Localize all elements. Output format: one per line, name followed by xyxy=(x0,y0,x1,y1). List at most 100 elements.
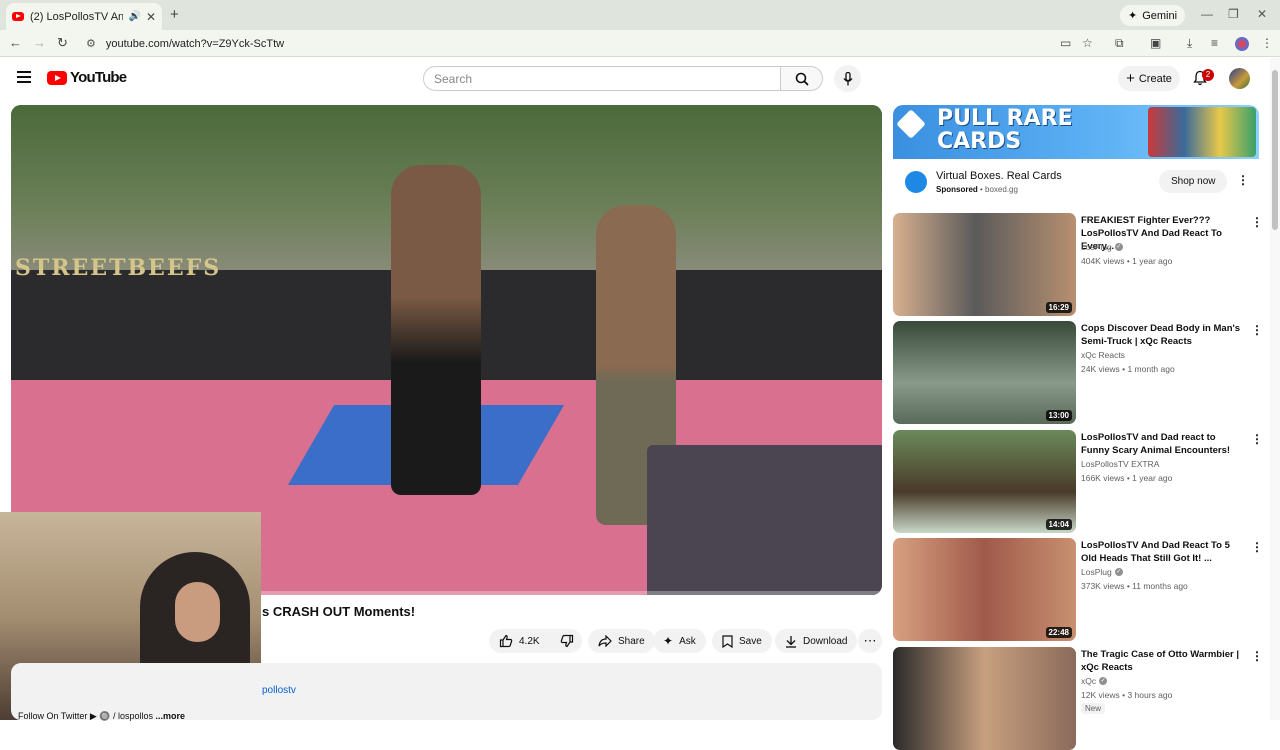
recommendation-title[interactable]: LosPollosTV and Dad react to Funny Scary… xyxy=(1081,431,1246,457)
downloads-icon[interactable]: ⤓ xyxy=(1187,36,1192,51)
ad-title[interactable]: Virtual Boxes. Real Cards xyxy=(936,170,1062,182)
media-icon[interactable]: ≡ xyxy=(1211,36,1218,50)
browser-menu-icon[interactable]: ⋮ xyxy=(1261,36,1273,50)
ask-button[interactable]: ✦ Ask xyxy=(653,629,706,653)
gemini-button[interactable]: ✦ Gemini xyxy=(1120,5,1186,26)
more-actions-button[interactable]: ⋯ xyxy=(858,629,882,653)
new-tab-button[interactable]: + xyxy=(170,6,179,23)
shop-now-button[interactable]: Shop now xyxy=(1159,170,1228,193)
ad-subline: Sponsored • boxed.gg xyxy=(936,185,1018,194)
new-badge: New xyxy=(1081,703,1106,714)
scrollbar-thumb[interactable] xyxy=(1272,70,1278,230)
video-duration: 22:48 xyxy=(1045,627,1072,638)
menu-icon[interactable] xyxy=(17,71,31,86)
recommendation-item[interactable]: 14:04 LosPollosTV and Dad react to Funny … xyxy=(893,430,1268,533)
recommendation-more-icon[interactable]: ⋮ xyxy=(1251,540,1263,554)
account-avatar[interactable] xyxy=(1229,68,1250,89)
minimize-icon[interactable]: — xyxy=(1201,7,1213,21)
browser-tab-bar: (2) LosPollosTV And Dad Re 🔊 ✕ + ✦ Gemin… xyxy=(0,0,1280,30)
recommendation-item[interactable]: The Tragic Case of Otto Warmbier | xQc R… xyxy=(893,647,1268,750)
recommendation-more-icon[interactable]: ⋮ xyxy=(1251,649,1263,663)
recommendation-thumbnail[interactable]: 13:00 xyxy=(893,321,1076,424)
recommendation-channel[interactable]: LosPlug xyxy=(1081,242,1112,252)
dislike-button[interactable] xyxy=(550,629,584,653)
description-link[interactable]: pollostv xyxy=(262,685,296,696)
speaker-icon[interactable]: 🔊 xyxy=(128,11,140,22)
close-tab-icon[interactable]: ✕ xyxy=(146,10,156,24)
recommendation-title[interactable]: Cops Discover Dead Body in Man's Semi-Tr… xyxy=(1081,322,1246,348)
notification-count-badge: 2 xyxy=(1202,69,1214,81)
search-button[interactable] xyxy=(780,66,823,91)
ad-banner-cards-image xyxy=(1148,107,1256,157)
video-banner-text: STREETBEEFS xyxy=(15,255,222,281)
save-button[interactable]: Save xyxy=(712,629,772,653)
youtube-logo[interactable]: YouTube xyxy=(47,69,127,86)
recommendation-channel[interactable]: LosPollosTV EXTRA xyxy=(1081,459,1159,469)
recommendation-channel[interactable]: xQc xyxy=(1081,676,1096,686)
thumbs-up-icon xyxy=(499,634,513,648)
back-icon[interactable]: ← xyxy=(9,35,22,50)
video-frame-fighter xyxy=(391,165,481,495)
recommendation-title[interactable]: The Tragic Case of Otto Warmbier | xQc R… xyxy=(1081,648,1246,674)
address-bar[interactable]: ⚙ youtube.com/watch?v=Z9Yck-ScTtw xyxy=(80,33,1080,54)
recommendation-item[interactable]: 22:48 LosPollosTV And Dad React To 5 Old … xyxy=(893,538,1268,641)
like-button[interactable]: 4.2K xyxy=(489,629,550,653)
recommendation-item[interactable]: 13:00 Cops Discover Dead Body in Man's Se… xyxy=(893,321,1268,424)
recommendation-more-icon[interactable]: ⋮ xyxy=(1251,432,1263,446)
reload-icon[interactable]: ↻ xyxy=(57,35,68,51)
gemini-sparkle-icon: ✦ xyxy=(1128,10,1138,22)
recommendation-more-icon[interactable]: ⋮ xyxy=(1251,323,1263,337)
maximize-icon[interactable]: ❐ xyxy=(1228,7,1239,21)
like-dislike-group: 4.2K xyxy=(489,629,582,653)
cast-icon[interactable]: ▭ xyxy=(1060,36,1071,50)
close-window-icon[interactable]: ✕ xyxy=(1257,7,1267,21)
recommendation-meta: 166K views • 1 year ago xyxy=(1081,473,1173,483)
download-icon xyxy=(786,635,796,648)
voice-search-button[interactable] xyxy=(834,65,861,92)
recommendation-thumbnail[interactable]: 22:48 xyxy=(893,538,1076,641)
search-input[interactable]: Search xyxy=(423,66,781,91)
page-scrollbar[interactable] xyxy=(1270,58,1280,720)
create-label: Create xyxy=(1138,72,1172,85)
ad-banner[interactable]: PULL RARE CARDS xyxy=(893,105,1259,159)
share-icon xyxy=(598,635,612,647)
sponsored-label: Sponsored xyxy=(936,185,978,194)
browser-profile-icon[interactable] xyxy=(1235,37,1249,51)
recommendation-channel[interactable]: LosPlug xyxy=(1081,567,1112,577)
ad-advertiser-icon[interactable] xyxy=(905,171,927,193)
like-count: 4.2K xyxy=(519,635,540,647)
video-streamer-cam xyxy=(647,445,882,595)
video-duration: 16:29 xyxy=(1045,302,1072,313)
save-label: Save xyxy=(739,635,762,647)
recommendation-channel-row: LosPollosTV EXTRA xyxy=(1081,459,1159,469)
more-horizontal-icon: ⋯ xyxy=(863,633,877,648)
download-button[interactable]: Download xyxy=(775,629,858,653)
recommendation-more-icon[interactable]: ⋮ xyxy=(1251,215,1263,229)
forward-icon[interactable]: → xyxy=(33,35,46,50)
browser-tab[interactable]: (2) LosPollosTV And Dad Re 🔊 ✕ xyxy=(6,3,162,30)
sidepanel-icon[interactable]: ▣ xyxy=(1150,36,1161,50)
recommendation-channel-row: LosPlug ✓ xyxy=(1081,567,1123,577)
bookmark-star-icon[interactable]: ☆ xyxy=(1082,36,1093,50)
ask-label: Ask xyxy=(679,635,696,647)
recommendation-channel[interactable]: xQc Reacts xyxy=(1081,350,1125,360)
ad-more-icon[interactable]: ⋮ xyxy=(1237,173,1249,187)
recommendation-channel-row: LosPlug ✓ xyxy=(1081,242,1123,252)
ad-brand-logo xyxy=(896,109,926,139)
extensions-icon[interactable]: ⧉ xyxy=(1115,36,1124,51)
recommendation-thumbnail[interactable] xyxy=(893,647,1076,750)
verified-check-icon: ✓ xyxy=(1114,243,1123,251)
browser-toolbar: ← → ↻ ⚙ youtube.com/watch?v=Z9Yck-ScTtw … xyxy=(0,30,1280,57)
youtube-header: YouTube Search + Create xyxy=(0,58,1270,98)
site-info-icon[interactable]: ⚙ xyxy=(86,37,96,50)
recommendation-thumbnail[interactable]: 16:29 xyxy=(893,213,1076,316)
create-button[interactable]: + Create xyxy=(1118,66,1180,91)
recommendation-item[interactable]: 16:29 FREAKIEST Fighter Ever??? LosPollos… xyxy=(893,213,1268,316)
share-button[interactable]: Share xyxy=(588,629,655,653)
plus-icon: + xyxy=(1126,70,1135,87)
recommendation-meta: 404K views • 1 year ago xyxy=(1081,256,1173,266)
recommendation-thumbnail[interactable]: 14:04 xyxy=(893,430,1076,533)
ad-info-row: Virtual Boxes. Real Cards Sponsored • bo… xyxy=(893,159,1259,205)
recommendation-title[interactable]: LosPollosTV And Dad React To 5 Old Heads… xyxy=(1081,539,1246,565)
url-text: youtube.com/watch?v=Z9Yck-ScTtw xyxy=(105,37,285,50)
